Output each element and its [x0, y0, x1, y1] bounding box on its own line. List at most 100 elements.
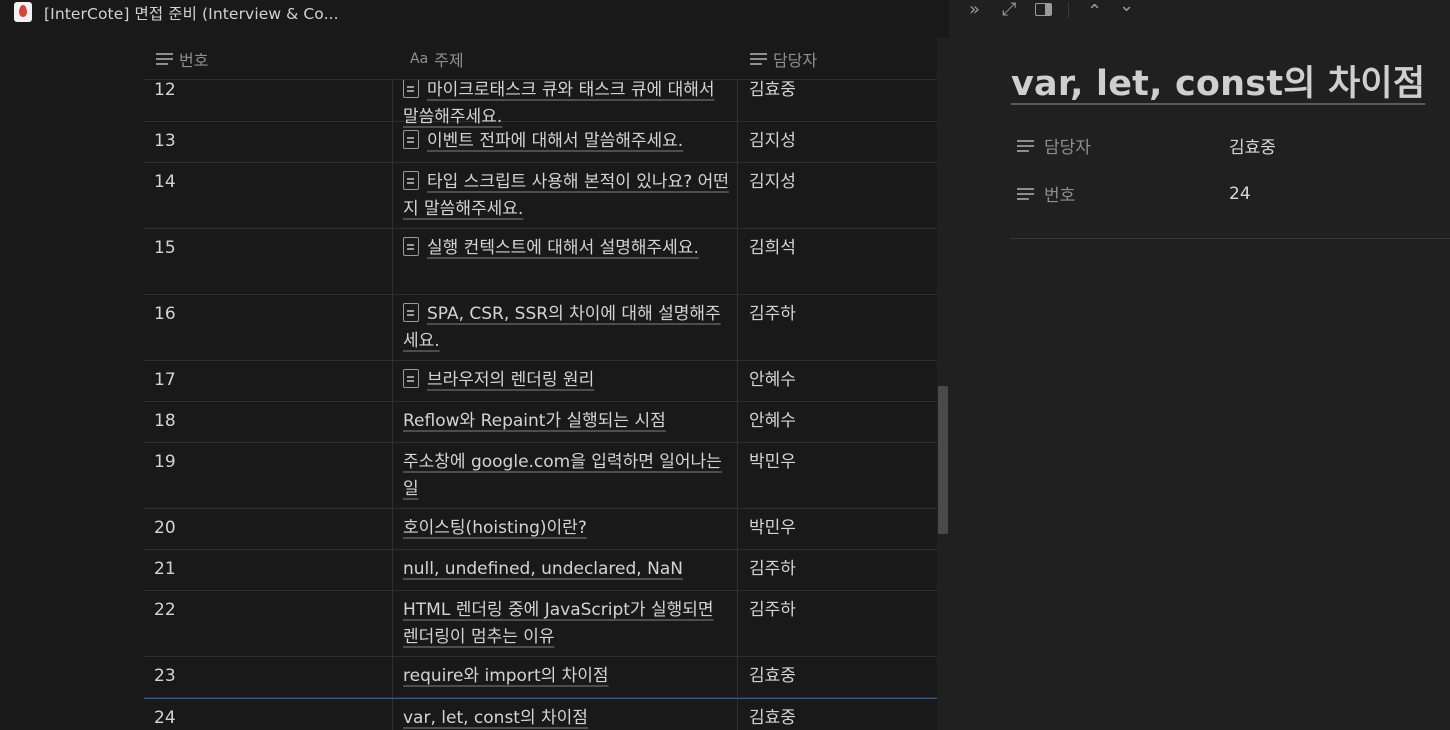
cell-number[interactable]: 17	[144, 361, 393, 401]
page-link[interactable]: 브라우저의 렌더링 원리	[427, 370, 594, 390]
cell-topic[interactable]: require와 import의 차이점	[393, 657, 738, 697]
close-peek-icon[interactable]: »	[969, 0, 980, 20]
app-logo-icon	[14, 2, 32, 22]
column-header-label: 번호	[179, 51, 209, 70]
table-row[interactable]: 13 이벤트 전파에 대해서 말씀해주세요. 김지성	[144, 122, 937, 163]
page-link[interactable]: SPA, CSR, SSR의 차이에 대해 설명해주세요.	[403, 304, 721, 351]
cell-owner[interactable]: 김주하	[738, 295, 937, 360]
page-link[interactable]: HTML 렌더링 중에 JavaScript가 실행되면 렌더링이 멈추는 이유	[403, 600, 714, 647]
property-owner[interactable]: 담당자 김효중	[1017, 133, 1437, 158]
cell-number[interactable]: 16	[144, 295, 393, 360]
cell-number[interactable]: 18	[144, 402, 393, 442]
cell-owner[interactable]: 박민우	[738, 509, 937, 549]
cell-number[interactable]: 13	[144, 122, 393, 162]
page-link[interactable]: var, let, const의 차이점	[403, 708, 588, 728]
column-header-number[interactable]: 번호	[144, 38, 393, 80]
table-row[interactable]: 14 타입 스크립트 사용해 본적이 있나요? 어떤지 말씀해주세요. 김지성	[144, 163, 937, 229]
cell-topic[interactable]: 주소창에 google.com을 입력하면 일어나는 일	[393, 443, 738, 508]
column-header-label: 담당자	[773, 51, 818, 70]
cell-number[interactable]: 14	[144, 163, 393, 228]
page-title[interactable]: var, let, const의 차이점	[1011, 55, 1425, 106]
cell-number[interactable]: 20	[144, 509, 393, 549]
properties-divider	[1010, 238, 1450, 239]
cell-owner[interactable]: 김효중	[738, 657, 937, 697]
table-row[interactable]: 17 브라우저의 렌더링 원리 안혜수	[144, 361, 937, 402]
cell-owner[interactable]: 안혜수	[738, 361, 937, 401]
text-property-icon	[1017, 187, 1034, 200]
table-row[interactable]: 15 실행 컨텍스트에 대해서 설명해주세요. 김희석	[144, 229, 937, 295]
database-table: 번호 Aa 주제 담당자 12 마이크로태스크 큐와 태스크 큐에 대해서 말씀해…	[144, 38, 937, 730]
property-name: 번호	[1017, 181, 1229, 206]
cell-number[interactable]: 19	[144, 443, 393, 508]
cell-owner[interactable]: 박민우	[738, 443, 937, 508]
page-link[interactable]: 마이크로태스크 큐와 태스크 큐에 대해서 말씀해주세요.	[403, 80, 715, 127]
cell-topic[interactable]: HTML 렌더링 중에 JavaScript가 실행되면 렌더링이 멈추는 이유	[393, 591, 738, 656]
text-property-icon	[156, 53, 173, 65]
side-peek-icon[interactable]	[1035, 3, 1052, 16]
page-link[interactable]: null, undefined, undeclared, NaN	[403, 559, 683, 579]
page-link[interactable]: 이벤트 전파에 대해서 말씀해주세요.	[427, 131, 683, 151]
cell-topic[interactable]: 이벤트 전파에 대해서 말씀해주세요.	[393, 122, 738, 162]
column-header-topic[interactable]: Aa 주제	[393, 38, 738, 80]
property-label: 담당자	[1044, 138, 1091, 158]
property-number[interactable]: 번호 24	[1017, 181, 1437, 206]
table-header: 번호 Aa 주제 담당자	[144, 38, 937, 80]
page-icon	[403, 237, 419, 256]
page-link[interactable]: 타입 스크립트 사용해 본적이 있나요? 어떤지 말씀해주세요.	[403, 172, 729, 219]
toolbar-divider	[1068, 2, 1069, 18]
table-scrollbar-thumb[interactable]	[938, 386, 948, 534]
page-link[interactable]: require와 import의 차이점	[403, 666, 609, 686]
page-link[interactable]: Reflow와 Repaint가 실행되는 시점	[403, 411, 666, 431]
cell-topic[interactable]: SPA, CSR, SSR의 차이에 대해 설명해주세요.	[393, 295, 738, 360]
table-row[interactable]: 19 주소창에 google.com을 입력하면 일어나는 일 박민우	[144, 443, 937, 509]
cell-number[interactable]: 15	[144, 229, 393, 294]
page-link[interactable]: 호이스팅(hoisting)이란?	[403, 518, 587, 538]
cell-topic[interactable]: 타입 스크립트 사용해 본적이 있나요? 어떤지 말씀해주세요.	[393, 163, 738, 228]
cell-number[interactable]: 23	[144, 657, 393, 697]
table-row[interactable]: 22 HTML 렌더링 중에 JavaScript가 실행되면 렌더링이 멈추는 …	[144, 591, 937, 657]
title-property-icon: Aa	[410, 51, 429, 67]
page-icon	[403, 130, 419, 149]
cell-topic[interactable]: Reflow와 Repaint가 실행되는 시점	[393, 402, 738, 442]
cell-topic[interactable]: 브라우저의 렌더링 원리	[393, 361, 738, 401]
page-icon	[403, 79, 419, 98]
table-body: 12 마이크로태스크 큐와 태스크 큐에 대해서 말씀해주세요. 김효중 13 이벤트 …	[144, 71, 937, 730]
cell-owner[interactable]: 김효중	[738, 699, 937, 730]
table-row[interactable]: 16 SPA, CSR, SSR의 차이에 대해 설명해주세요. 김주하	[144, 295, 937, 361]
table-row[interactable]: 18 Reflow와 Repaint가 실행되는 시점 안혜수	[144, 402, 937, 443]
cell-owner[interactable]: 김희석	[738, 229, 937, 294]
next-page-icon[interactable]: ⌄	[1119, 0, 1134, 16]
peek-toolbar: » ⤢ ⌃ ⌄	[949, 0, 1450, 22]
cell-owner[interactable]: 김주하	[738, 591, 937, 656]
text-property-icon	[1017, 139, 1034, 152]
page-icon	[403, 171, 419, 190]
table-row[interactable]: 20 호이스팅(hoisting)이란? 박민우	[144, 509, 937, 550]
page-link[interactable]: 실행 컨텍스트에 대해서 설명해주세요.	[427, 238, 699, 258]
window-title: [InterCote] 면접 준비 (Interview & Co...	[44, 5, 339, 23]
cell-topic[interactable]: 실행 컨텍스트에 대해서 설명해주세요.	[393, 229, 738, 294]
table-scrollbar[interactable]	[937, 38, 949, 730]
cell-number[interactable]: 22	[144, 591, 393, 656]
column-header-owner[interactable]: 담당자	[738, 38, 937, 80]
cell-topic[interactable]: var, let, const의 차이점	[393, 699, 738, 730]
cell-owner[interactable]: 김지성	[738, 122, 937, 162]
table-row[interactable]: 24 var, let, const의 차이점 김효중	[144, 698, 937, 730]
page-link[interactable]: 주소창에 google.com을 입력하면 일어나는 일	[403, 452, 722, 499]
cell-number[interactable]: 21	[144, 550, 393, 590]
cell-topic[interactable]: null, undefined, undeclared, NaN	[393, 550, 738, 590]
property-value[interactable]: 김효중	[1229, 133, 1276, 158]
open-fullpage-icon[interactable]: ⤢	[1002, 0, 1016, 20]
cell-owner[interactable]: 안혜수	[738, 402, 937, 442]
cell-number[interactable]: 24	[144, 699, 393, 730]
window-titlebar: [InterCote] 면접 준비 (Interview & Co...	[0, 0, 949, 38]
table-row[interactable]: 21 null, undefined, undeclared, NaN 김주하	[144, 550, 937, 591]
column-header-label: 주제	[434, 51, 464, 70]
cell-owner[interactable]: 김지성	[738, 163, 937, 228]
previous-page-icon[interactable]: ⌃	[1087, 2, 1102, 22]
page-icon	[403, 303, 419, 322]
table-row[interactable]: 23 require와 import의 차이점 김효중	[144, 657, 937, 698]
cell-topic[interactable]: 호이스팅(hoisting)이란?	[393, 509, 738, 549]
text-property-icon	[750, 53, 767, 65]
cell-owner[interactable]: 김주하	[738, 550, 937, 590]
property-value[interactable]: 24	[1229, 184, 1251, 204]
